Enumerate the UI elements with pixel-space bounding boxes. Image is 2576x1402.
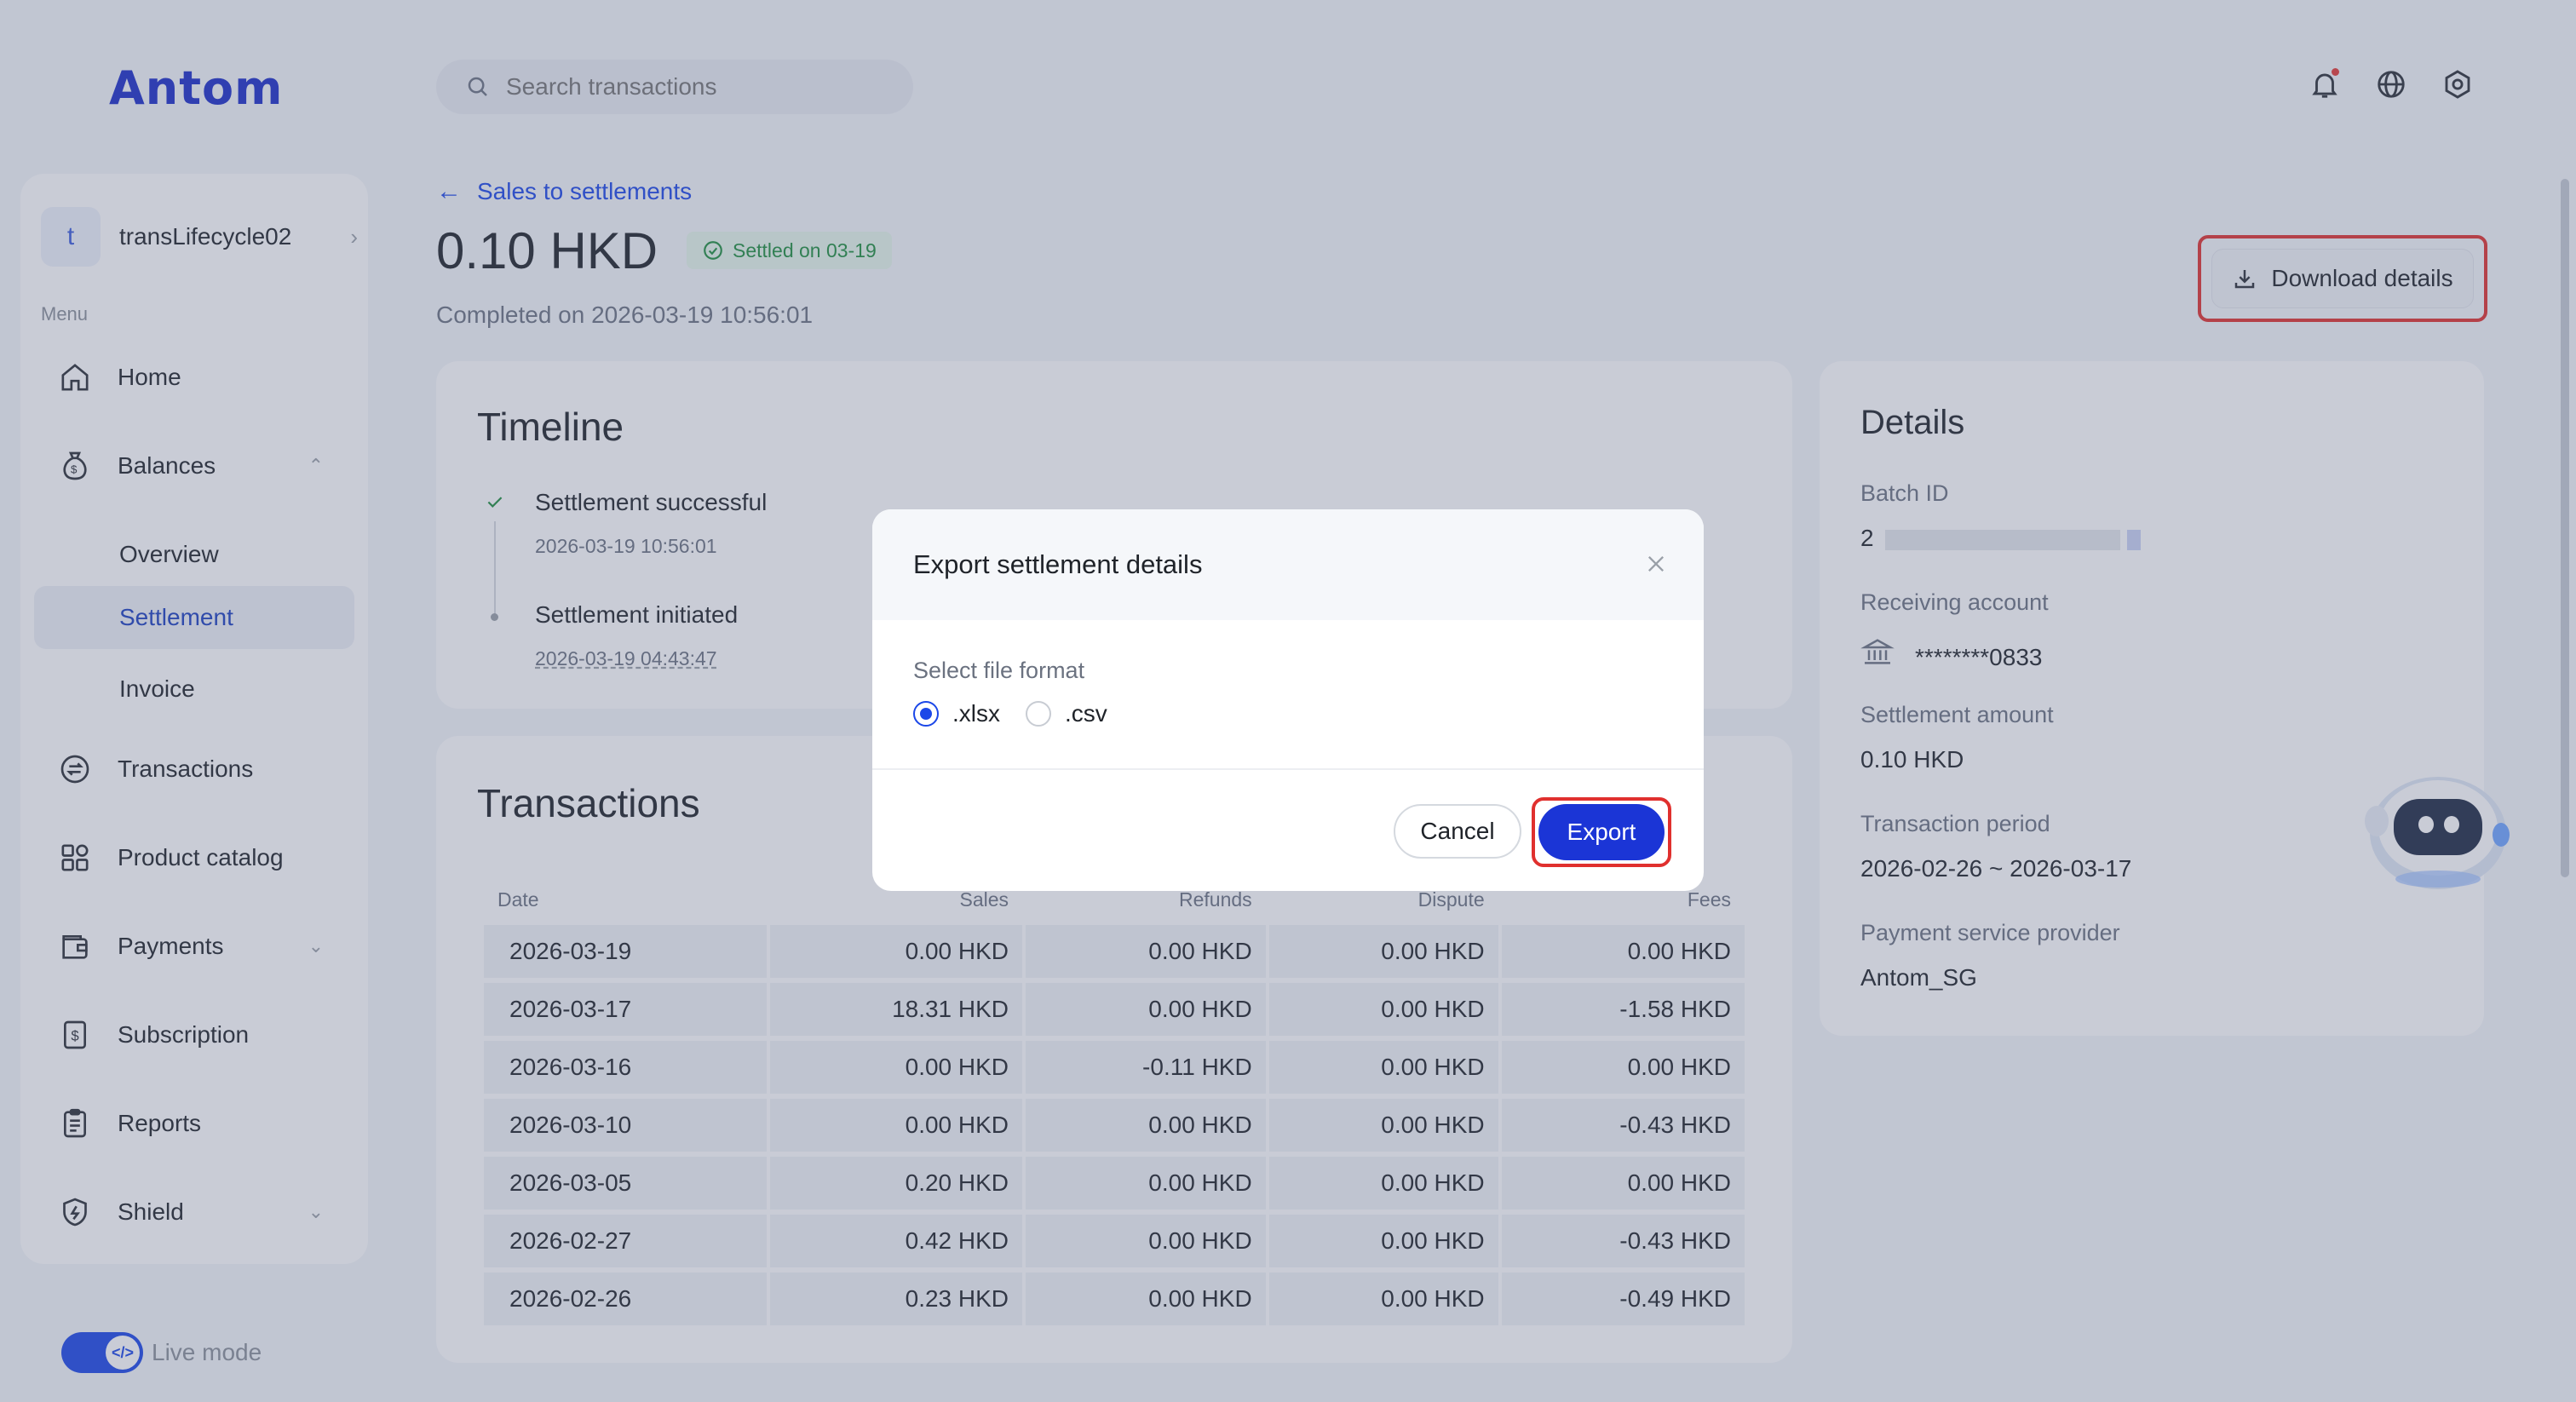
modal-divider [872,768,1704,770]
radio-xlsx[interactable]: .xlsx [913,700,1000,727]
modal-title: Export settlement details [913,549,1203,579]
export-button[interactable]: Export [1538,804,1665,860]
modal-header: Export settlement details [872,509,1704,620]
radio-csv-label: .csv [1065,700,1107,727]
page: Antom t transLifecycle02 › Menu Home $ [0,0,2576,1402]
file-format-label: Select file format [913,658,1085,683]
radio-button[interactable] [1026,701,1051,727]
close-icon[interactable] [1644,552,1668,576]
cancel-button[interactable]: Cancel [1394,804,1521,859]
radio-csv[interactable]: .csv [1026,700,1107,727]
export-highlight: Export [1532,797,1671,867]
radio-button-selected[interactable] [913,701,939,727]
radio-xlsx-label: .xlsx [952,700,1000,727]
export-modal: Export settlement details Select file fo… [872,509,1704,891]
